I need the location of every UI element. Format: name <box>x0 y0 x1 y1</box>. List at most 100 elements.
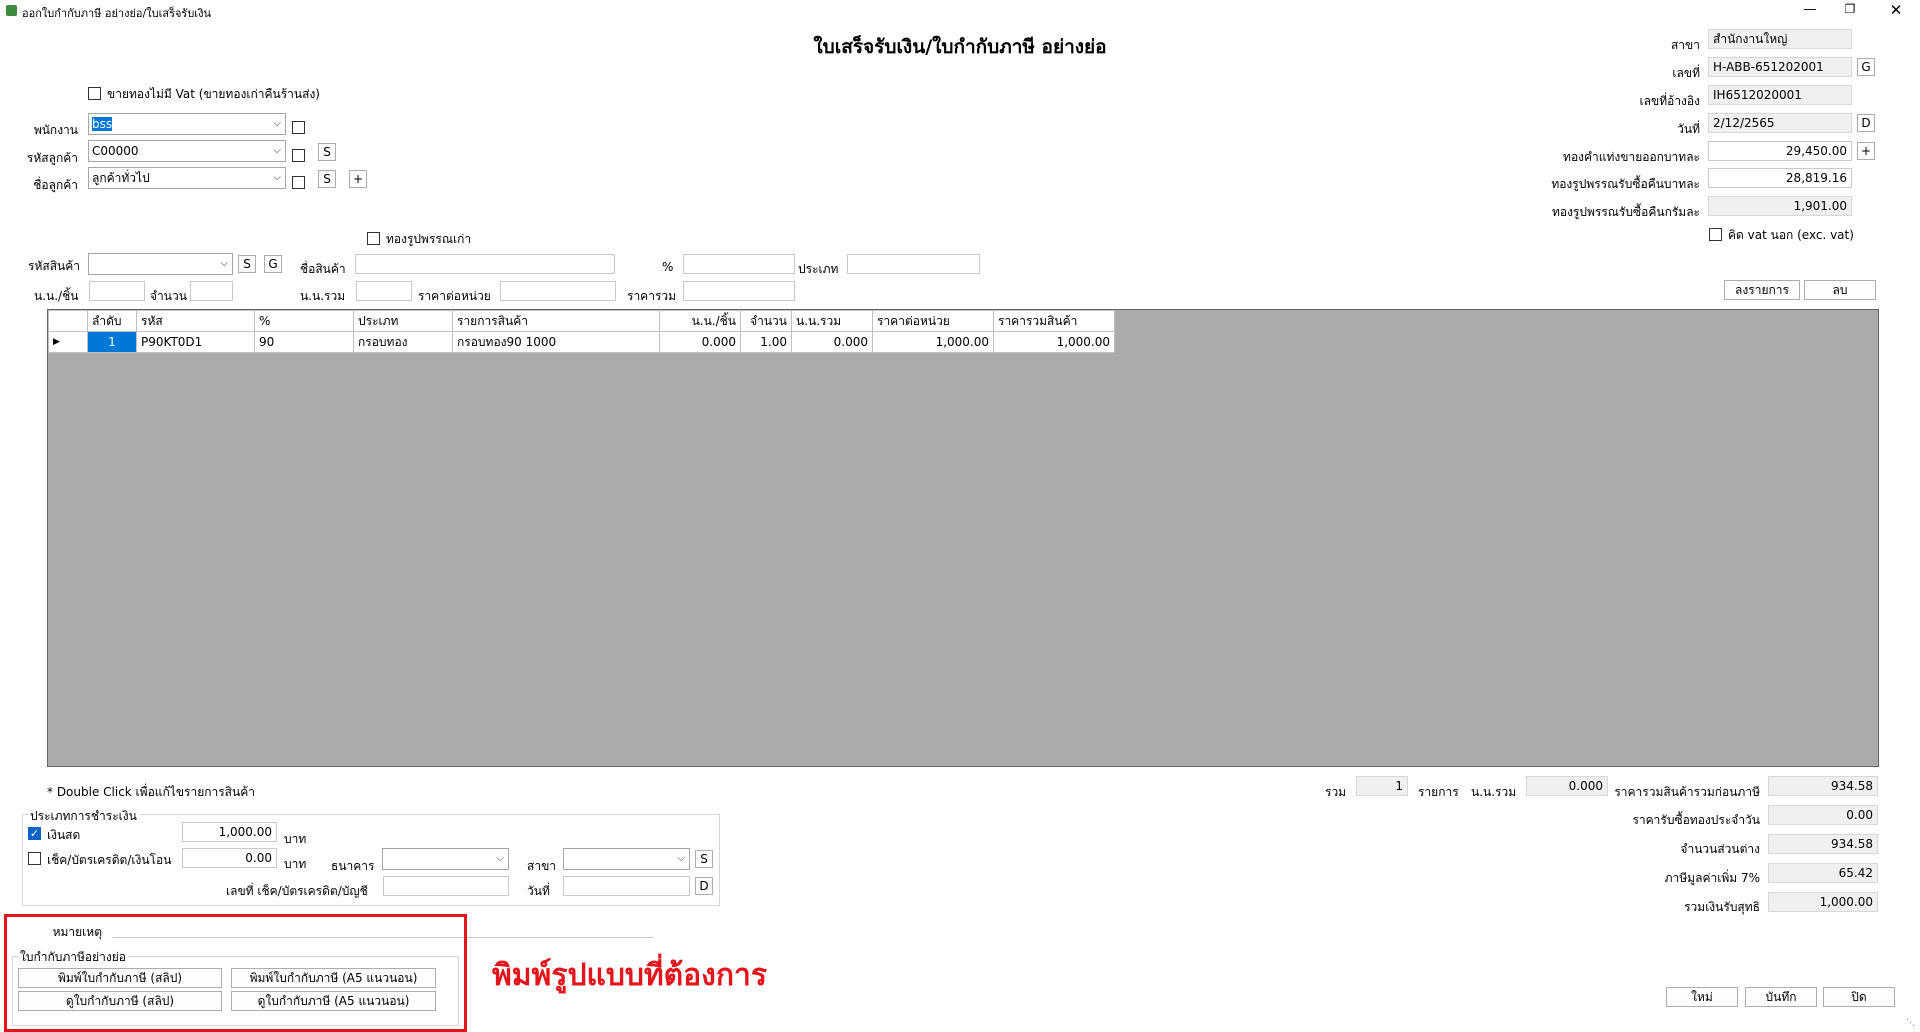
column-header[interactable]: ลำดับ <box>87 310 137 332</box>
ref-label: เลขที่อ้างอิง <box>1639 94 1700 108</box>
column-header[interactable]: จำนวน <box>740 310 792 332</box>
save-button[interactable]: บันทึก <box>1745 987 1817 1007</box>
resize-grip-icon[interactable]: ⋱ <box>1906 1018 1918 1030</box>
net-field: 1,000.00 <box>1768 892 1878 912</box>
account-no-label: เลขที่ เช็ค/บัตรเครดิต/บัญชี <box>226 884 368 898</box>
cheque-checkbox[interactable] <box>28 852 41 865</box>
branch-field: สำนักงานใหญ่ <box>1708 29 1852 49</box>
customer-code-search-button[interactable]: S <box>318 143 336 161</box>
unit-price-input[interactable] <box>500 281 616 301</box>
window-title: ออกใบกำกับภาษี อย่างย่อ/ใบเสร็จรับเงิน <box>22 7 211 20</box>
sum-label: รวม <box>1325 785 1347 799</box>
product-code-select[interactable]: ⌵ <box>88 253 233 275</box>
qty-label: จำนวน <box>150 289 187 303</box>
old-gold-label: ทองรูปพรรณเก่า <box>386 232 472 246</box>
excl-vat-label: คิด vat นอก (exc. vat) <box>1728 228 1854 242</box>
customer-name-select[interactable]: ลูกค้าทั่วไป ⌵ <box>88 167 286 189</box>
doc-no-label: เลขที่ <box>1672 66 1700 80</box>
product-search-button[interactable]: S <box>238 255 256 273</box>
add-customer-button[interactable]: + <box>349 170 367 188</box>
column-header[interactable]: % <box>254 310 354 332</box>
cheque-amount-input[interactable]: 0.00 <box>182 848 277 868</box>
net-label: รวมเงินรับสุทธิ <box>1684 900 1760 914</box>
new-button[interactable]: ใหม่ <box>1666 987 1738 1007</box>
qty-input[interactable] <box>190 281 233 301</box>
percent-label: % <box>662 260 674 274</box>
close-button[interactable]: ปิด <box>1823 987 1895 1007</box>
column-header[interactable]: ราคารวมสินค้า <box>993 310 1115 332</box>
cheque-label: เช็ค/บัตรเครดิต/เงินโอน <box>47 853 172 867</box>
column-header[interactable]: ราคาต่อหน่วย <box>872 310 994 332</box>
table-cell[interactable]: P90KT0D1 <box>136 331 255 353</box>
close-icon[interactable]: ✕ <box>1886 1 1906 19</box>
table-cell[interactable]: 0.000 <box>791 331 873 353</box>
table-header-row: ลำดับ รหัส % ประเภท รายการสินค้า น.น./ชิ… <box>48 310 1115 332</box>
page-heading: ใบเสร็จรับเงิน/ใบกำกับภาษี อย่างย่อ <box>813 36 1107 58</box>
old-gold-checkbox[interactable] <box>367 232 380 245</box>
customer-code-select[interactable]: C00000 ⌵ <box>88 140 286 162</box>
cash-amount-input[interactable]: 1,000.00 <box>182 822 277 842</box>
column-header[interactable]: น.น./ชิ้น <box>659 310 741 332</box>
employee-checkbox[interactable] <box>292 121 305 134</box>
restore-icon[interactable]: ❐ <box>1840 2 1860 18</box>
date-picker-button[interactable]: D <box>1857 114 1875 132</box>
customer-name-checkbox[interactable] <box>292 176 305 189</box>
add-item-button[interactable]: ลงรายการ <box>1724 280 1800 300</box>
cheque-unit: บาท <box>284 857 307 871</box>
view-slip-button[interactable]: ดูใบกำกับภาษี (สลิป) <box>18 991 222 1011</box>
generate-doc-no-button[interactable]: G <box>1857 58 1875 76</box>
branch-label: สาขา <box>1670 38 1700 52</box>
print-group-label: ใบกำกับภาษีอย่างย่อ <box>18 948 128 967</box>
weight-total-input[interactable] <box>356 281 412 301</box>
gold-buy-baht-label: ทองรูปพรรณรับซื้อคืนบาทละ <box>1551 177 1700 191</box>
gold-sell-add-button[interactable]: + <box>1857 142 1875 160</box>
account-no-input[interactable] <box>383 876 509 896</box>
column-header[interactable]: ประเภท <box>353 310 453 332</box>
weight-per-piece-input[interactable] <box>89 281 145 301</box>
percent-input[interactable] <box>683 254 795 274</box>
items-grid[interactable]: ลำดับ รหัส % ประเภท รายการสินค้า น.น./ชิ… <box>47 309 1879 767</box>
product-name-label: ชื่อสินค้า <box>300 262 346 276</box>
employee-select[interactable]: bss ⌵ <box>88 113 286 135</box>
product-generate-button[interactable]: G <box>264 255 282 273</box>
bank-branch-search-button[interactable]: S <box>695 850 713 868</box>
bank-branch-select[interactable]: ⌵ <box>563 848 690 870</box>
view-a5-button[interactable]: ดูใบกำกับภาษี (A5 แนวนอน) <box>231 991 436 1011</box>
table-cell[interactable]: 1 <box>87 331 137 353</box>
total-weight-label: น.น.รวม <box>1471 785 1517 799</box>
items-label: รายการ <box>1418 785 1459 799</box>
payment-date-input[interactable] <box>563 876 690 896</box>
table-cell[interactable]: กรอบทอง90 1000 <box>452 331 660 353</box>
no-vat-label: ขายทองไม่มี Vat (ขายทองเก่าคืนร้านส่ง) <box>107 87 320 101</box>
payment-date-label: วันที่ <box>527 884 550 898</box>
type-input[interactable] <box>847 254 980 274</box>
gold-sell-field[interactable]: 29,450.00 <box>1708 141 1852 161</box>
table-row[interactable]: ▶ 1 P90KT0D1 90 กรอบทอง กรอบทอง90 1000 0… <box>48 331 1115 353</box>
table-cell[interactable]: 1.00 <box>740 331 792 353</box>
table-cell[interactable]: 0.000 <box>659 331 741 353</box>
customer-name-value: ลูกค้าทั่วไป <box>92 171 150 185</box>
print-slip-button[interactable]: พิมพ์ใบกำกับภาษี (สลิป) <box>18 968 222 988</box>
customer-code-checkbox[interactable] <box>292 149 305 162</box>
column-header[interactable]: น.น.รวม <box>791 310 873 332</box>
gold-sell-label: ทองคำแท่งขายออกบาทละ <box>1563 150 1700 164</box>
no-vat-checkbox[interactable] <box>88 87 101 100</box>
payment-date-button[interactable]: D <box>695 877 713 895</box>
gold-buy-baht-field[interactable]: 28,819.16 <box>1708 168 1852 188</box>
column-header[interactable]: รายการสินค้า <box>452 310 660 332</box>
delete-item-button[interactable]: ลบ <box>1804 280 1876 300</box>
table-cell[interactable]: 90 <box>254 331 354 353</box>
customer-name-search-button[interactable]: S <box>318 170 336 188</box>
table-cell[interactable]: 1,000.00 <box>993 331 1115 353</box>
product-name-input[interactable] <box>355 254 615 274</box>
minimize-icon[interactable]: — <box>1800 2 1820 18</box>
bank-select[interactable]: ⌵ <box>382 848 509 870</box>
excl-vat-checkbox[interactable] <box>1709 228 1722 241</box>
table-cell[interactable]: กรอบทอง <box>353 331 453 353</box>
column-header[interactable]: รหัส <box>136 310 255 332</box>
cash-checkbox[interactable]: ✓ <box>28 827 41 840</box>
table-cell[interactable]: 1,000.00 <box>872 331 994 353</box>
bank-branch-label: สาขา <box>527 859 557 873</box>
total-price-input[interactable] <box>683 281 795 301</box>
print-a5-button[interactable]: พิมพ์ใบกำกับภาษี (A5 แนวนอน) <box>231 968 436 988</box>
